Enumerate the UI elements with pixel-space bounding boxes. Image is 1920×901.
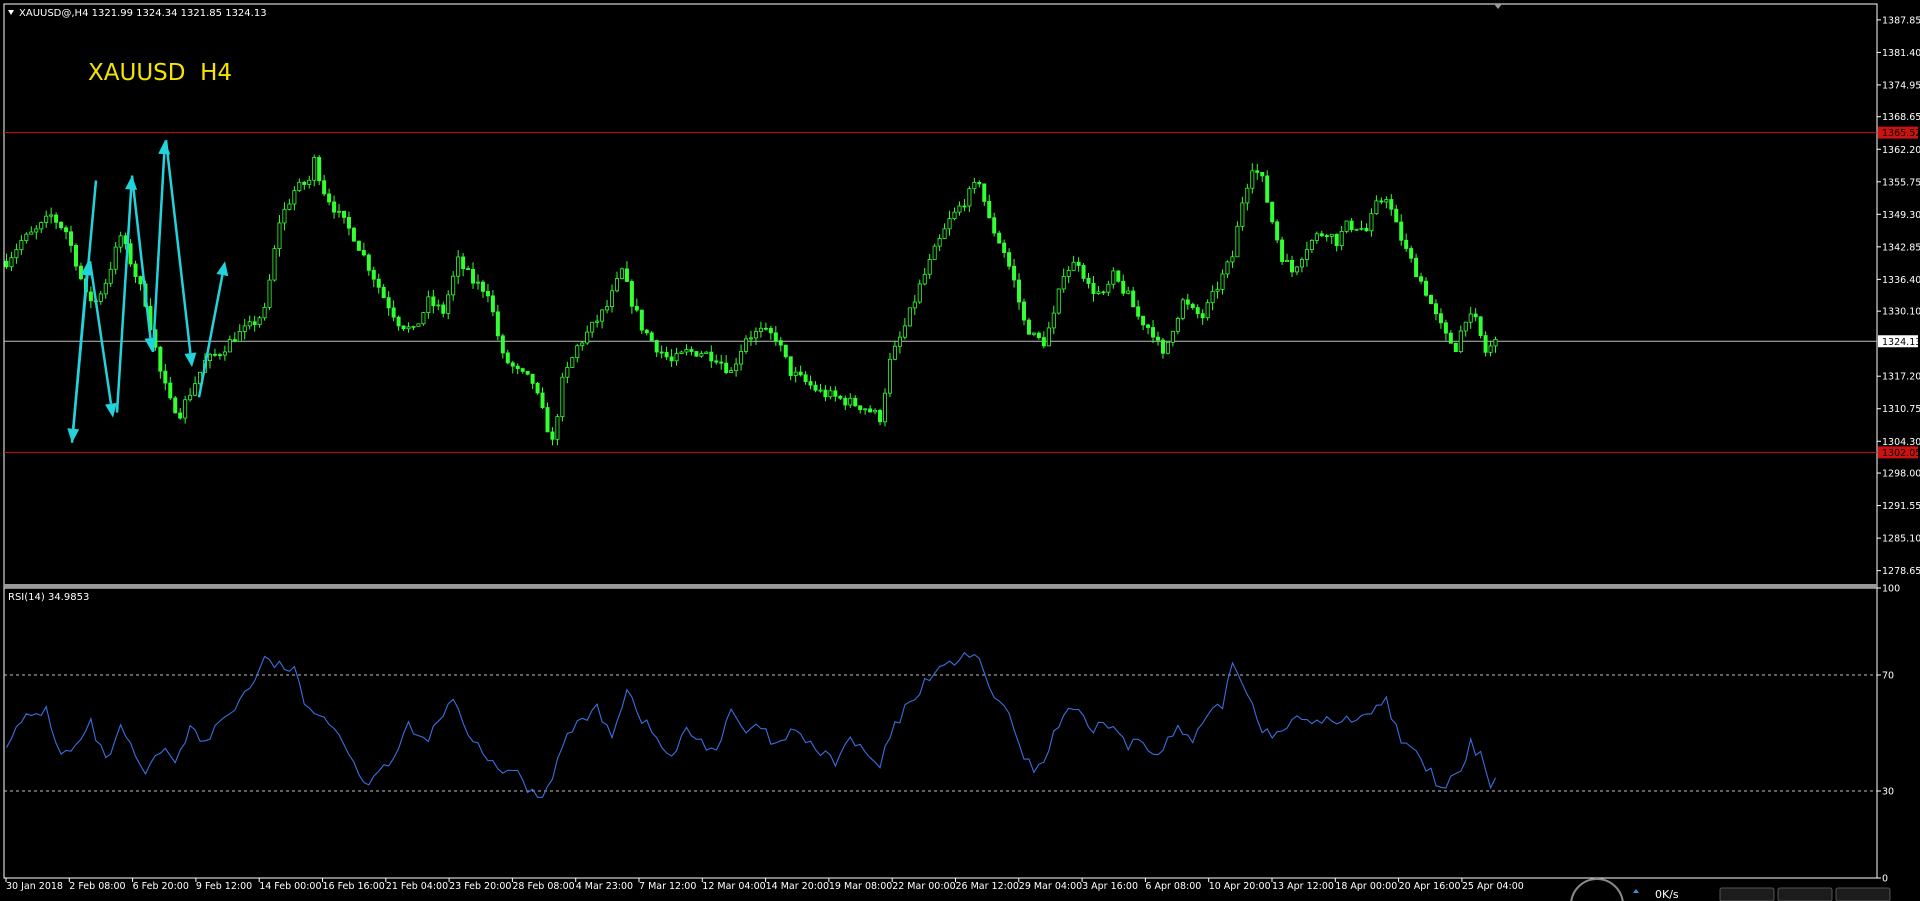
price-tick-label: 1342.85	[1882, 242, 1920, 253]
candle	[1116, 270, 1121, 283]
price-tick-label: 1310.75	[1882, 404, 1920, 415]
price-tick-label: 1362.20	[1882, 145, 1920, 156]
time-tick-label: 12 Mar 04:00	[702, 881, 765, 892]
candle	[1344, 220, 1349, 234]
candle	[1428, 294, 1433, 305]
time-tick-label: 2 Feb 08:00	[69, 881, 125, 892]
candle	[932, 243, 937, 260]
time-tick-label: 16 Feb 16:00	[323, 881, 385, 892]
candle	[1453, 342, 1458, 352]
chart-tab[interactable]	[1835, 887, 1891, 901]
candle	[639, 309, 644, 334]
candle	[619, 267, 624, 280]
price-tick-label: 1304.30	[1882, 437, 1920, 448]
candle	[649, 331, 654, 341]
rsi-tick-label: 30	[1882, 787, 1894, 798]
price-tick-label: 1317.20	[1882, 372, 1920, 383]
candle	[883, 388, 888, 427]
trading-chart[interactable]: XAUUSD@,H4 1321.99 1324.34 1321.85 1324.…	[0, 0, 1920, 901]
time-tick-label: 10 Apr 20:00	[1209, 881, 1271, 892]
candle	[416, 323, 421, 327]
candle	[1270, 201, 1275, 225]
candle	[1235, 221, 1240, 258]
time-tick-label: 29 Mar 04:00	[1019, 881, 1082, 892]
candle	[907, 307, 912, 327]
candle	[317, 155, 322, 186]
current-price-label: 1324.13	[1882, 337, 1920, 348]
price-tick-label: 1349.30	[1882, 210, 1920, 221]
time-tick-label: 6 Apr 08:00	[1145, 881, 1201, 892]
candle	[1354, 228, 1359, 231]
price-tick-label: 1291.55	[1882, 501, 1920, 512]
rsi-tick-label: 100	[1882, 584, 1900, 595]
time-tick-label: 13 Apr 12:00	[1272, 881, 1334, 892]
candle	[1175, 316, 1180, 335]
rsi-tick-label: 70	[1882, 671, 1894, 682]
time-tick-label: 19 Mar 08:00	[829, 881, 892, 892]
time-tick-label: 4 Mar 23:00	[576, 881, 633, 892]
time-tick-label: 22 Mar 00:00	[892, 881, 955, 892]
time-tick-label: 30 Jan 2018	[6, 881, 63, 892]
time-tick-label: 6 Feb 20:00	[133, 881, 189, 892]
time-tick-label: 18 Apr 00:00	[1335, 881, 1397, 892]
candle	[1275, 219, 1280, 244]
support-price-label: 1302.05	[1882, 448, 1920, 459]
price-tick-label: 1387.85	[1882, 15, 1920, 26]
candle	[351, 227, 356, 242]
price-tick-label: 1298.00	[1882, 469, 1920, 480]
network-speed: 0K/s	[1655, 888, 1679, 901]
time-tick-label: 7 Mar 12:00	[639, 881, 696, 892]
symbol-watermark: XAUUSD H4	[88, 60, 232, 86]
time-tick-label: 28 Feb 08:00	[512, 881, 574, 892]
candle	[570, 356, 575, 368]
rsi-tick-label: 0	[1882, 874, 1888, 885]
time-tick-label: 21 Feb 04:00	[386, 881, 448, 892]
candle	[1280, 236, 1285, 265]
candle	[1205, 299, 1210, 321]
price-tick-label: 1330.10	[1882, 307, 1920, 318]
time-tick-label: 14 Feb 00:00	[259, 881, 321, 892]
chart-tab[interactable]	[1719, 887, 1775, 901]
time-tick-label: 3 Apr 16:00	[1082, 881, 1138, 892]
panel-splitter[interactable]	[4, 584, 1877, 588]
candle	[356, 240, 361, 251]
candle	[113, 241, 118, 275]
candle	[1478, 316, 1483, 339]
time-tick-label: 20 Apr 16:00	[1399, 881, 1461, 892]
resistance-price-label: 1365.52	[1882, 128, 1920, 139]
candle	[560, 372, 565, 422]
candle	[173, 395, 178, 414]
time-tick-label: 26 Mar 12:00	[956, 881, 1019, 892]
taskbar-tabs	[1719, 887, 1891, 901]
chart-header: XAUUSD@,H4 1321.99 1324.34 1321.85 1324.…	[19, 8, 267, 19]
time-tick-label: 23 Feb 20:00	[449, 881, 511, 892]
chart-tab[interactable]	[1777, 887, 1833, 901]
time-tick-label: 9 Feb 12:00	[196, 881, 252, 892]
time-axis: 30 Jan 2018 2 Feb 08:00 6 Feb 20:00 9 Feb 1…	[5, 878, 1524, 892]
price-tick-label: 1278.65	[1882, 566, 1920, 577]
candle	[421, 311, 426, 326]
price-tick-label: 1374.95	[1882, 80, 1920, 91]
candle	[783, 344, 788, 359]
time-tick-label: 14 Mar 20:00	[766, 881, 829, 892]
price-tick-label: 1336.40	[1882, 275, 1920, 286]
candle	[272, 245, 277, 282]
price-tick-label: 1381.40	[1882, 48, 1920, 59]
time-tick-label: 25 Apr 04:00	[1462, 881, 1524, 892]
rsi-label: RSI(14) 34.9853	[8, 592, 89, 603]
price-tick-label: 1355.75	[1882, 177, 1920, 188]
price-tick-label: 1285.10	[1882, 534, 1920, 545]
candle	[1165, 341, 1170, 355]
candle	[1180, 297, 1185, 321]
price-tick-label: 1368.65	[1882, 112, 1920, 123]
chart-background	[0, 0, 1920, 901]
candle	[694, 350, 699, 357]
candle	[535, 382, 540, 395]
candle	[1026, 317, 1031, 335]
candle	[887, 352, 892, 398]
candle	[1056, 288, 1061, 315]
